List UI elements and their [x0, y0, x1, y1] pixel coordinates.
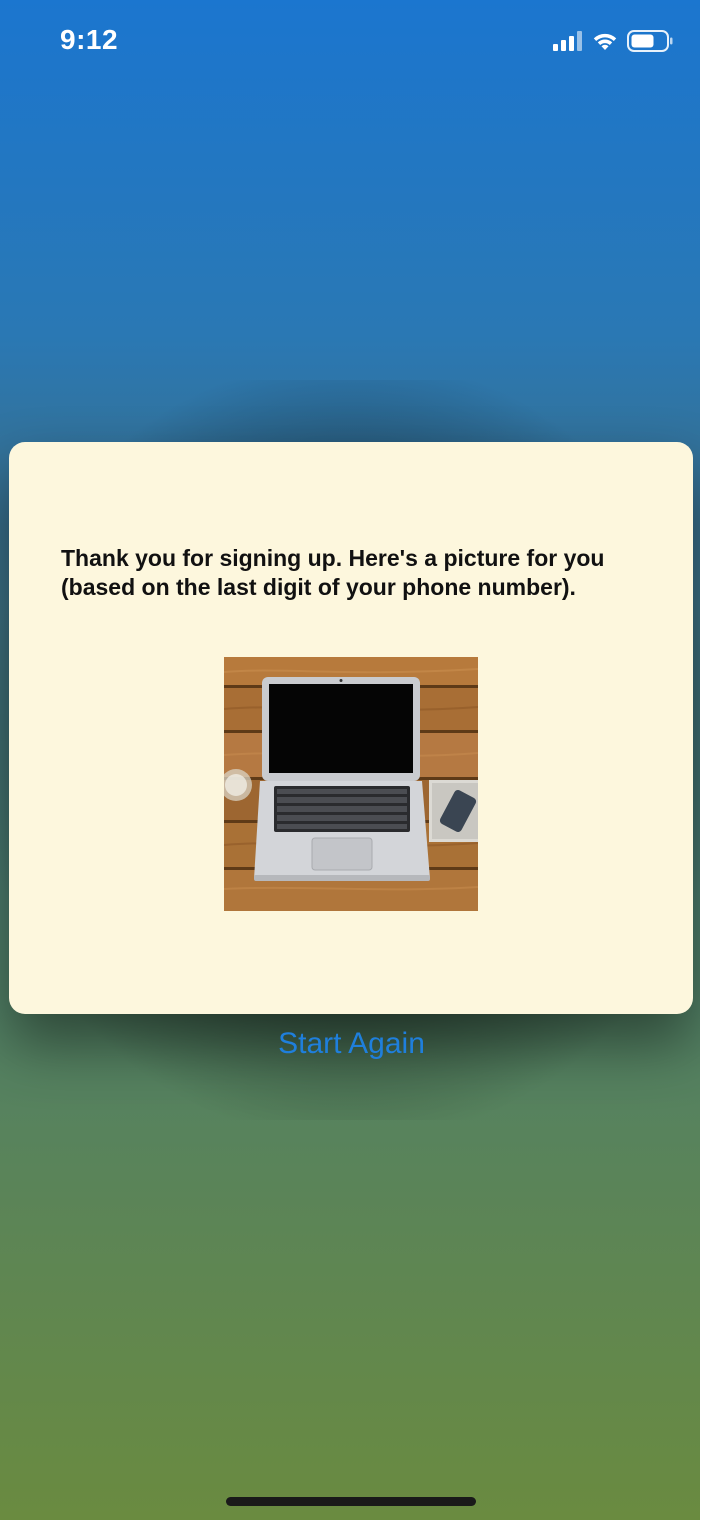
- wifi-icon: [591, 30, 619, 57]
- app-screen: 9:12 Thank you for signing up. Here's a …: [0, 0, 703, 1520]
- start-again-button[interactable]: Start Again: [0, 1027, 703, 1061]
- status-bar: 9:12: [0, 0, 703, 90]
- status-icons: [553, 30, 673, 57]
- battery-icon: [627, 30, 673, 57]
- signal-icon: [553, 31, 583, 56]
- signup-confirmation-modal: Thank you for signing up. Here's a pictu…: [9, 442, 693, 1014]
- home-indicator[interactable]: [226, 1497, 476, 1506]
- confirmation-message: Thank you for signing up. Here's a pictu…: [61, 545, 605, 600]
- laptop-photo: [224, 657, 478, 911]
- status-time: 9:12: [60, 24, 119, 55]
